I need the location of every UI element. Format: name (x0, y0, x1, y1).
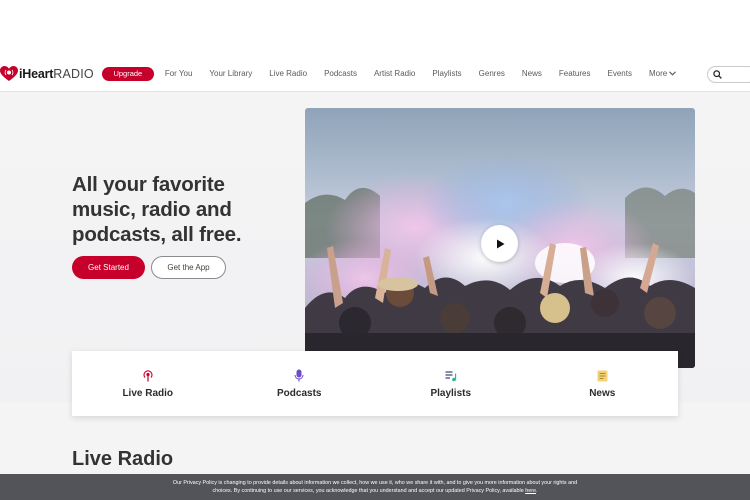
logo-wordmark-bold: iHeart (19, 66, 54, 81)
category-label: Podcasts (277, 387, 322, 399)
nav-item-genres[interactable]: Genres (479, 69, 505, 78)
get-started-button[interactable]: Get Started (72, 256, 145, 279)
nav-item-for-you[interactable]: For You (165, 69, 193, 78)
section-title-live-radio: Live Radio (72, 448, 174, 470)
category-label: News (589, 387, 616, 399)
nav-item-live-radio[interactable]: Live Radio (269, 69, 307, 78)
nav-item-playlists[interactable]: Playlists (432, 69, 461, 78)
privacy-text-line1: Our Privacy Policy is changing to provid… (172, 480, 578, 486)
nav-links: For You Your Library Live Radio Podcasts… (165, 69, 677, 78)
main-navbar: iHeart RADIO Upgrade For You Your Librar… (0, 56, 750, 92)
category-label: Playlists (430, 387, 472, 399)
nav-item-features[interactable]: Features (559, 69, 591, 78)
category-news[interactable]: News (527, 351, 679, 416)
nav-item-events[interactable]: Events (608, 69, 632, 78)
upgrade-button[interactable]: Upgrade (101, 66, 154, 81)
privacy-text-line2: choices. By continuing to use our servic… (212, 488, 524, 494)
category-live-radio[interactable]: Live Radio (72, 351, 224, 416)
iheartradio-logo[interactable]: iHeart RADIO (0, 56, 94, 92)
nav-item-podcasts[interactable]: Podcasts (324, 69, 357, 78)
playlist-icon (445, 369, 457, 383)
microphone-icon (294, 369, 304, 383)
privacy-text-line2-wrap: choices. By continuing to use our servic… (0, 487, 750, 495)
radio-icon (142, 369, 154, 383)
logo-wordmark-thin: RADIO (53, 66, 94, 81)
category-podcasts[interactable]: Podcasts (224, 351, 376, 416)
search-icon (713, 70, 722, 79)
nav-item-artist-radio[interactable]: Artist Radio (374, 69, 415, 78)
nav-more-dropdown[interactable]: More (648, 69, 677, 78)
category-playlists[interactable]: Playlists (375, 351, 527, 416)
category-card: Live Radio Podcasts Playlists News (72, 351, 678, 416)
nav-more-label: More (648, 69, 668, 78)
hero-concert-image (305, 108, 695, 368)
search-input[interactable] (707, 66, 750, 83)
privacy-text-end: . (536, 488, 538, 494)
heart-logo-icon (0, 65, 18, 82)
news-icon (597, 369, 608, 383)
privacy-policy-link[interactable]: here (525, 488, 536, 494)
top-blank-bar (0, 0, 750, 56)
nav-item-news[interactable]: News (522, 69, 542, 78)
play-icon (496, 239, 504, 248)
nav-item-your-library[interactable]: Your Library (209, 69, 252, 78)
privacy-banner: Our Privacy Policy is changing to provid… (0, 474, 750, 500)
get-the-app-button[interactable]: Get the App (151, 256, 226, 279)
hero-headline: All your favorite music, radio and podca… (72, 173, 242, 246)
play-button[interactable] (481, 225, 518, 262)
chevron-down-icon (669, 71, 677, 76)
category-label: Live Radio (122, 387, 174, 399)
